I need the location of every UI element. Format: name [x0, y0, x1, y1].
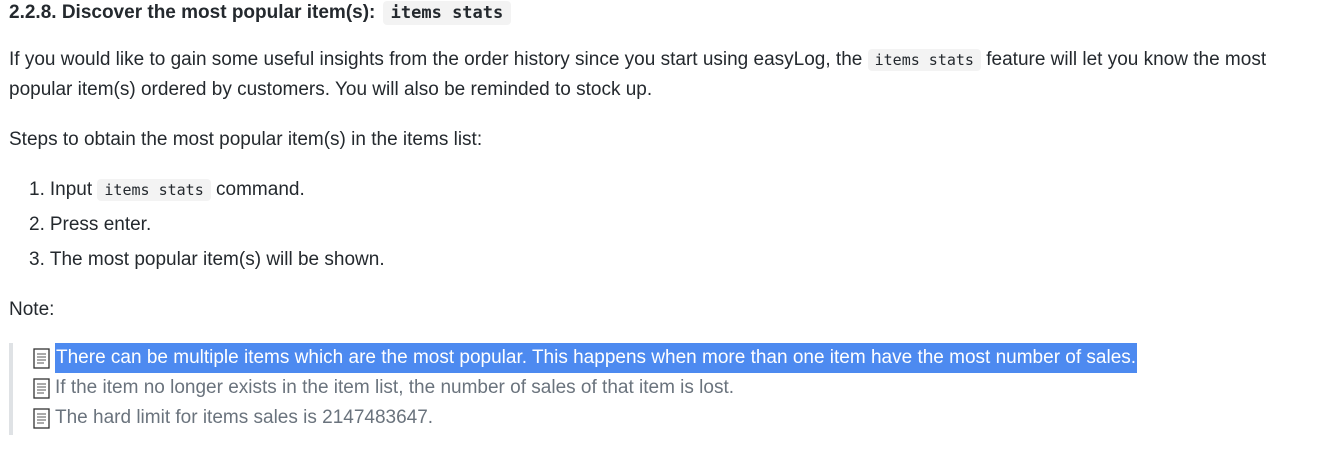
- section-heading: 2.2.8. Discover the most popular item(s)…: [9, 0, 512, 26]
- step-code: items stats: [97, 179, 211, 201]
- note-text: If the item no longer exists in the item…: [55, 377, 735, 398]
- step-text-after: command.: [216, 179, 305, 200]
- note-item: The hard limit for items sales is 214748…: [33, 403, 1229, 433]
- note-item: There can be multiple items which are th…: [33, 343, 1229, 373]
- step-item: 1. Input items stats command.: [29, 174, 385, 209]
- steps-list: 1. Input items stats command. 2. Press ent…: [29, 174, 385, 279]
- note-blockquote: There can be multiple items which are th…: [9, 343, 1229, 435]
- note-text: The hard limit for items sales is 214748…: [55, 407, 434, 428]
- section-heading-code: items stats: [382, 1, 512, 25]
- note-text-selected[interactable]: There can be multiple items which are th…: [55, 343, 1138, 373]
- memo-icon: [33, 347, 50, 369]
- note-item: If the item no longer exists in the item…: [33, 373, 1229, 403]
- step-text: The most popular item(s) will be shown.: [49, 249, 385, 270]
- step-number: 3.: [29, 249, 45, 270]
- step-text: Press enter.: [49, 214, 152, 235]
- memo-icon: [33, 377, 50, 399]
- section-heading-text: 2.2.8. Discover the most popular item(s)…: [9, 2, 376, 23]
- step-item: 2. Press enter.: [29, 209, 385, 244]
- step-item: 3. The most popular item(s) will be shown…: [29, 244, 385, 279]
- intro-text-part1: If you would like to gain some useful in…: [9, 49, 863, 70]
- intro-paragraph: If you would like to gain some useful in…: [9, 45, 1289, 105]
- intro-code: items stats: [867, 49, 981, 71]
- step-number: 1.: [29, 179, 45, 200]
- note-label: Note:: [9, 299, 55, 320]
- steps-intro: Steps to obtain the most popular item(s)…: [9, 129, 483, 150]
- step-number: 2.: [29, 214, 45, 235]
- step-text: Input: [49, 179, 93, 200]
- memo-icon: [33, 407, 50, 429]
